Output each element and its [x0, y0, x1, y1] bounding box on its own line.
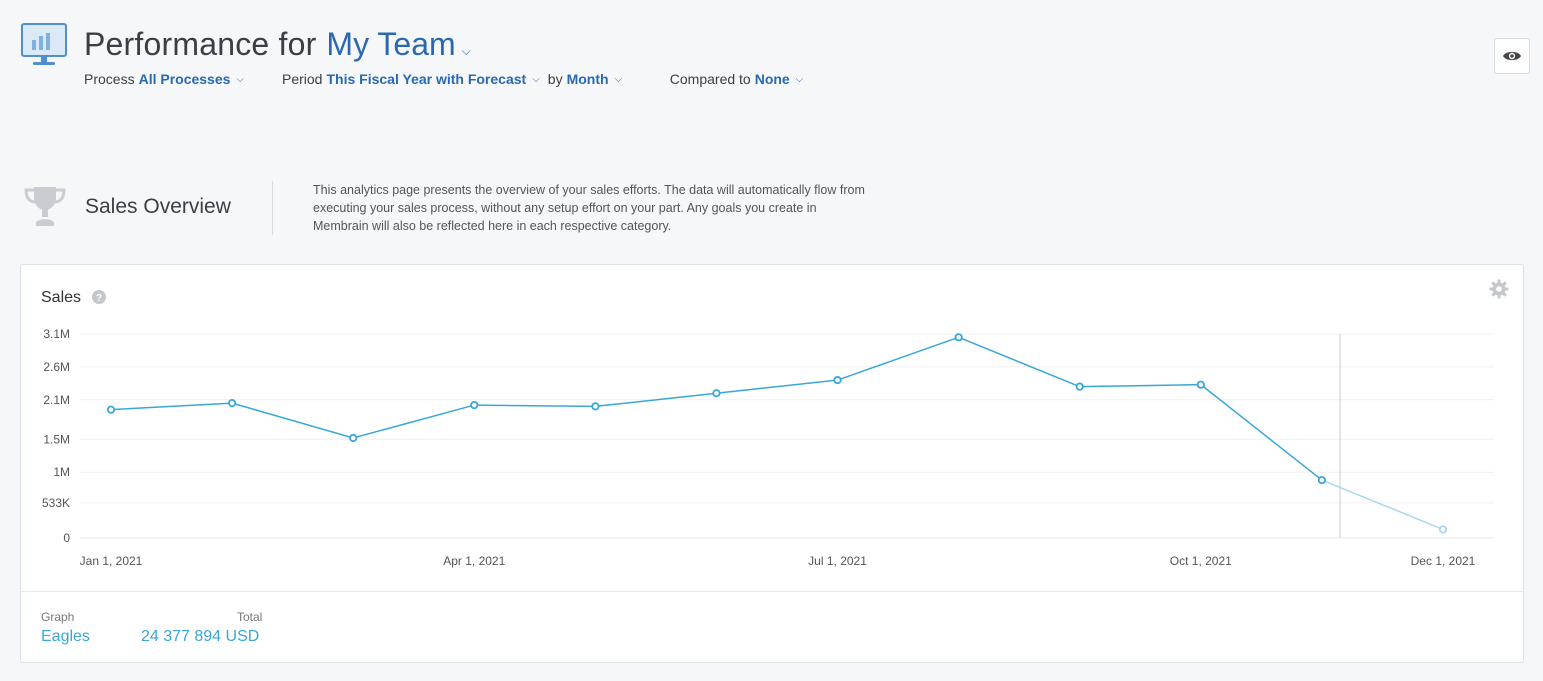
- legend-series-name[interactable]: Eagles: [41, 628, 90, 646]
- legend-total-value: 24 377 894 USD: [141, 628, 260, 645]
- chevron-down-icon[interactable]: ⌵: [236, 74, 244, 85]
- trophy-icon: [22, 183, 68, 229]
- y-tick-label: 1M: [53, 465, 70, 479]
- section-description: This analytics page presents the overvie…: [313, 183, 865, 233]
- compared-value[interactable]: None: [755, 71, 790, 87]
- period-filter[interactable]: Period This Fiscal Year with Forecast ⌵: [282, 71, 540, 87]
- compare-filter[interactable]: Compared to None ⌵: [670, 71, 804, 87]
- x-tick-label: Apr 1, 2021: [443, 554, 505, 568]
- legend-total-header: Total: [237, 610, 263, 624]
- section-title: Sales Overview: [85, 195, 231, 218]
- eye-icon: [1503, 51, 1521, 61]
- data-point: [591, 402, 600, 411]
- data-point: [1438, 525, 1448, 534]
- chevron-down-icon[interactable]: ⌵: [615, 74, 623, 85]
- data-point: [106, 405, 116, 414]
- x-tick-label: Jan 1, 2021: [80, 554, 143, 568]
- sales-line-chart: 0 533K 1M 1.5M 2.1M 2.6M 3.1M Jan 1, 2021 Apr 1,…: [42, 327, 1494, 568]
- filter-bar: Process All Processes ⌵ Period This Fisc…: [84, 71, 803, 87]
- period-value[interactable]: This Fiscal Year with Forecast: [326, 71, 526, 87]
- page-title: Performance for My Team ⌵: [84, 26, 471, 63]
- data-point: [833, 375, 842, 385]
- performance-monitor-icon: [20, 22, 68, 68]
- by-label: by: [547, 71, 563, 87]
- series-line: [110, 336, 1323, 481]
- y-tick-label: 2.6M: [43, 360, 70, 374]
- data-point: [1317, 475, 1327, 485]
- chevron-down-icon[interactable]: ⌵: [796, 74, 804, 85]
- data-point: [1075, 382, 1084, 391]
- y-tick-label: 0: [63, 531, 70, 545]
- period-label: Period: [282, 71, 323, 87]
- data-point: [470, 400, 479, 410]
- x-tick-label: Dec 1, 2021: [1411, 554, 1476, 568]
- process-value[interactable]: All Processes: [139, 71, 231, 87]
- chevron-down-icon[interactable]: ⌵: [532, 74, 540, 85]
- team-selector[interactable]: My Team: [326, 26, 455, 63]
- y-tick-label: 1.5M: [43, 432, 70, 446]
- granularity-filter[interactable]: by Month ⌵: [548, 71, 670, 87]
- data-point: [954, 333, 963, 342]
- chevron-down-icon[interactable]: ⌵: [462, 44, 471, 59]
- divider: [21, 591, 1523, 592]
- data-point: [1196, 380, 1205, 389]
- divider: [272, 181, 273, 235]
- data-point: [349, 433, 358, 443]
- data-point: [227, 398, 237, 408]
- x-tick-label: Jul 1, 2021: [808, 554, 867, 568]
- process-filter[interactable]: Process All Processes ⌵: [84, 71, 282, 87]
- data-point: [712, 389, 721, 398]
- title-prefix: Performance for: [84, 26, 317, 62]
- compared-label: Compared to: [669, 71, 751, 87]
- by-value[interactable]: Month: [567, 71, 609, 87]
- process-label: Process: [84, 71, 135, 87]
- y-tick-label: 2.1M: [43, 393, 70, 407]
- visibility-toggle-button[interactable]: [1494, 38, 1530, 74]
- y-tick-label: 3.1M: [43, 327, 70, 341]
- x-tick-label: Oct 1, 2021: [1170, 554, 1232, 568]
- legend-graph-header: Graph: [41, 610, 75, 624]
- y-tick-label: 533K: [42, 496, 70, 510]
- sales-chart-card: Sales ? 0 533K 1M 1.5M 2.1M 2.6M 3.1M Jan 1, 20…: [20, 264, 1524, 663]
